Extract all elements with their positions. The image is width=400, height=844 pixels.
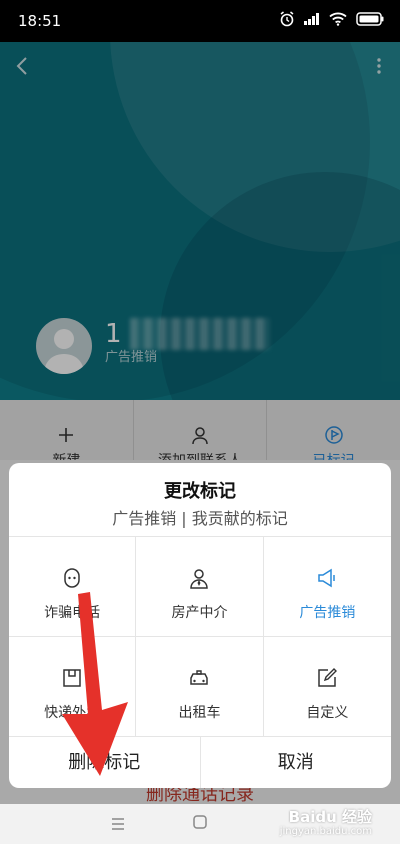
signal-icon	[304, 13, 319, 25]
tag-option-label: 快递外卖	[44, 705, 101, 721]
tag-option-label: 自定义	[306, 705, 349, 721]
dialog-subtitle: 广告推销 | 我贡献的标记	[112, 509, 288, 528]
delete-tag-button[interactable]: 删除标记	[9, 737, 201, 788]
status-icons	[279, 11, 384, 27]
tag-option-taxi[interactable]: 出租车	[136, 637, 264, 737]
megaphone-icon	[318, 568, 336, 588]
status-time: 18:51	[18, 12, 62, 30]
tag-option-advertising[interactable]: 广告推销	[263, 537, 391, 637]
watermark-url: jingyan.baidu.com	[279, 826, 372, 837]
tag-option-label: 诈骗电话	[44, 605, 101, 621]
tag-option-delivery[interactable]: 快递外卖	[9, 637, 137, 737]
battery-icon	[356, 12, 384, 26]
mask-icon	[64, 568, 80, 588]
dialog-title: 更改标记	[164, 481, 236, 502]
dialog-buttons: 删除标记 取消	[9, 736, 391, 788]
tag-option-fraud[interactable]: 诈骗电话	[9, 537, 137, 637]
taxi-icon	[190, 670, 209, 685]
status-bar: 18:51	[0, 0, 400, 42]
wifi-icon	[329, 12, 347, 26]
tag-option-real-estate[interactable]: 房产中介	[136, 537, 264, 637]
tag-option-custom[interactable]: 自定义	[263, 637, 391, 737]
edit-icon	[318, 668, 338, 687]
home-icon[interactable]	[192, 814, 208, 830]
watermark: Baidu 经验	[288, 808, 372, 826]
navigation-bar: Baidu 经验 jingyan.baidu.com	[0, 804, 400, 844]
alarm-icon	[280, 11, 294, 27]
change-tag-dialog: 更改标记 广告推销 | 我贡献的标记 诈骗电话 房产中介 广告推销 快递外卖 出…	[9, 463, 391, 788]
menu-icon[interactable]	[110, 816, 126, 832]
package-icon	[63, 669, 81, 687]
tag-options-grid: 诈骗电话 房产中介 广告推销 快递外卖 出租车 自定义	[9, 536, 391, 737]
tag-option-label: 广告推销	[299, 605, 356, 621]
tag-option-label: 出租车	[178, 705, 221, 721]
cancel-button[interactable]: 取消	[201, 737, 392, 788]
tag-option-label: 房产中介	[171, 605, 228, 621]
agent-icon	[190, 569, 209, 589]
